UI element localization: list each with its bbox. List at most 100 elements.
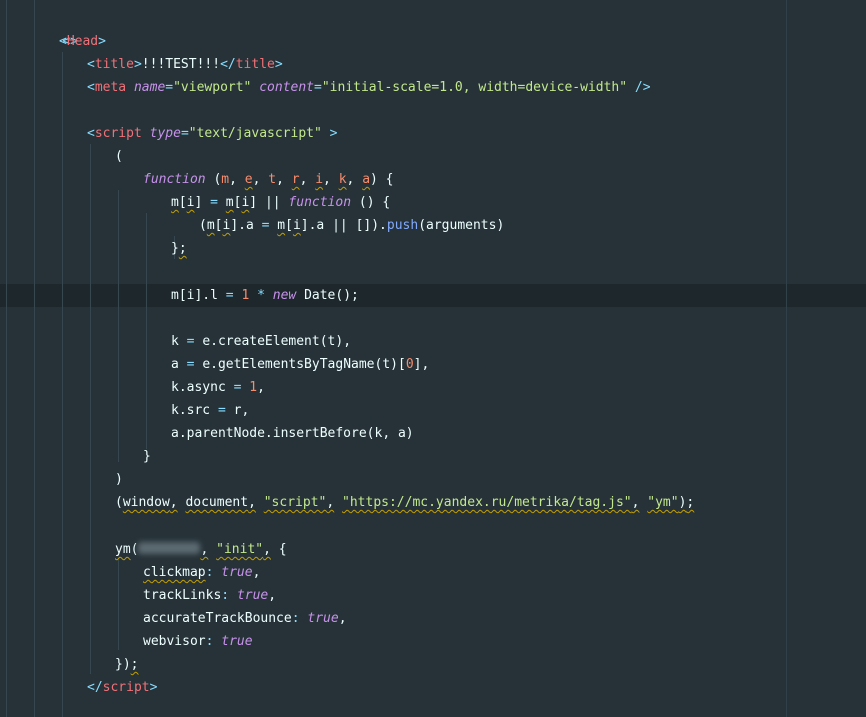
identifier: i xyxy=(292,218,301,233)
tag-name: meta xyxy=(94,80,127,95)
code-line[interactable]: function (m, e, t, r, i, k, a) { xyxy=(143,168,394,191)
identifier: m xyxy=(171,195,179,210)
punctuation: (t)[ xyxy=(374,357,406,372)
tag-close: > xyxy=(133,57,142,72)
attr-value: "viewport" xyxy=(173,80,252,95)
comma: , xyxy=(200,542,209,557)
string: "https://mc.yandex.ru/metrika/tag.js" xyxy=(342,495,632,510)
semicolon: ; xyxy=(178,241,187,256)
paren: ) xyxy=(370,172,378,187)
comma: , xyxy=(631,495,640,510)
identifier: m xyxy=(206,218,215,233)
identifier: k.src xyxy=(171,403,211,418)
attr-eq: = xyxy=(165,80,174,95)
code-line[interactable]: a = e.getElementsByTagName(t)[0], xyxy=(171,353,429,376)
code-line[interactable]: k = e.createElement(t), xyxy=(171,330,351,353)
brace: { xyxy=(382,195,391,210)
code-line[interactable]: }; xyxy=(171,237,187,260)
tag-name: script xyxy=(102,680,150,695)
semicolon: ; xyxy=(130,657,139,672)
identifier: e.createElement xyxy=(202,334,320,349)
identifier: window xyxy=(122,495,170,510)
paren: ) xyxy=(115,472,123,487)
paren: ( xyxy=(115,149,123,164)
param: t xyxy=(268,172,277,187)
code-line[interactable]: ym(, "init", { xyxy=(115,538,287,561)
brace: } xyxy=(143,449,151,464)
code-line[interactable]: }); xyxy=(115,653,138,676)
punctuation: (); xyxy=(335,288,359,303)
comma: , xyxy=(248,495,256,510)
operator: = xyxy=(210,195,218,210)
number: 0 xyxy=(405,357,414,372)
operator: = xyxy=(186,357,195,372)
string: "ym" xyxy=(647,495,679,510)
code-line[interactable]: </script> xyxy=(87,676,157,699)
code-line[interactable]: webvisor: true xyxy=(143,630,253,653)
identifier: k xyxy=(171,334,179,349)
comma: , xyxy=(268,588,277,603)
tag-close: > xyxy=(98,34,106,49)
operator: = xyxy=(225,288,234,303)
code-line[interactable]: } xyxy=(143,445,151,468)
identifier: m xyxy=(277,218,286,233)
string: "init" xyxy=(216,542,264,557)
comma: , xyxy=(252,565,261,580)
code-line[interactable]: m[i] = m[i] || function () { xyxy=(171,191,390,214)
operator: = xyxy=(217,403,226,418)
operator: * xyxy=(257,288,265,303)
code-line[interactable]: accurateTrackBounce: true, xyxy=(143,607,347,630)
indent-guide xyxy=(118,190,119,462)
code-line[interactable]: trackLinks: true, xyxy=(143,584,276,607)
code-line[interactable]: a.parentNode.insertBefore(k, a) xyxy=(171,422,414,445)
keyword-new: new xyxy=(272,288,297,303)
identifier: m[i].l xyxy=(171,288,218,303)
attr-name: name xyxy=(133,80,166,95)
tag-open: </ xyxy=(87,680,103,695)
comma: , xyxy=(252,172,261,187)
comma: , xyxy=(343,334,352,349)
paren: ( xyxy=(130,542,139,557)
code-line[interactable]: <title>!!!TEST!!!</title> xyxy=(87,53,283,76)
code-line[interactable]: clickmap: true, xyxy=(143,561,260,584)
boolean: true xyxy=(236,588,269,603)
array-literal: [] xyxy=(355,218,372,233)
identifier: k.async xyxy=(171,380,226,395)
operator: || xyxy=(264,195,281,210)
operator: = xyxy=(186,334,195,349)
code-line[interactable]: <Head> xyxy=(59,30,106,53)
paren: ) xyxy=(122,657,131,672)
number: 1 xyxy=(249,380,258,395)
identifier: e.getElementsByTagName xyxy=(202,357,375,372)
code-line[interactable]: k.async = 1, xyxy=(171,376,265,399)
indent-guide xyxy=(146,213,147,449)
attr-eq: = xyxy=(314,80,322,95)
brace: { xyxy=(278,542,287,557)
property-key: trackLinks xyxy=(143,588,222,603)
comma: , xyxy=(299,172,308,187)
code-line[interactable]: (m[i].a = m[i].a || []).push(arguments) xyxy=(199,214,504,237)
boolean: true xyxy=(221,565,253,580)
code-line[interactable]: <meta name="viewport" content="initial-s… xyxy=(87,76,651,99)
tag-name: script xyxy=(94,126,142,141)
param: k xyxy=(338,172,347,187)
param: r xyxy=(291,172,300,187)
indent-guide xyxy=(6,0,7,717)
property-key: accurateTrackBounce xyxy=(143,611,292,626)
code-line[interactable]: ) xyxy=(115,468,123,491)
tag-close: > xyxy=(149,680,158,695)
identifier: Date xyxy=(304,288,336,303)
identifier: a.parentNode.insertBefore xyxy=(171,426,367,441)
code-line[interactable]: ( xyxy=(115,145,123,168)
code-editor[interactable]: <> <Head> <title>!!!TEST!!!</title> <met… xyxy=(0,0,866,717)
tag-self-close: /> xyxy=(634,80,651,95)
code-line[interactable]: <> xyxy=(31,7,78,49)
number: 1 xyxy=(241,288,250,303)
tag-open: < xyxy=(87,80,95,95)
tag-close: > xyxy=(274,57,283,72)
property-key: webvisor xyxy=(143,634,206,649)
code-line[interactable]: k.src = r, xyxy=(171,399,249,422)
code-line[interactable]: (window, document, "script", "https://mc… xyxy=(115,491,694,514)
code-line[interactable]: <script type="text/javascript" > xyxy=(87,122,337,145)
code-line[interactable]: m[i].l = 1 * new Date(); xyxy=(171,284,359,307)
